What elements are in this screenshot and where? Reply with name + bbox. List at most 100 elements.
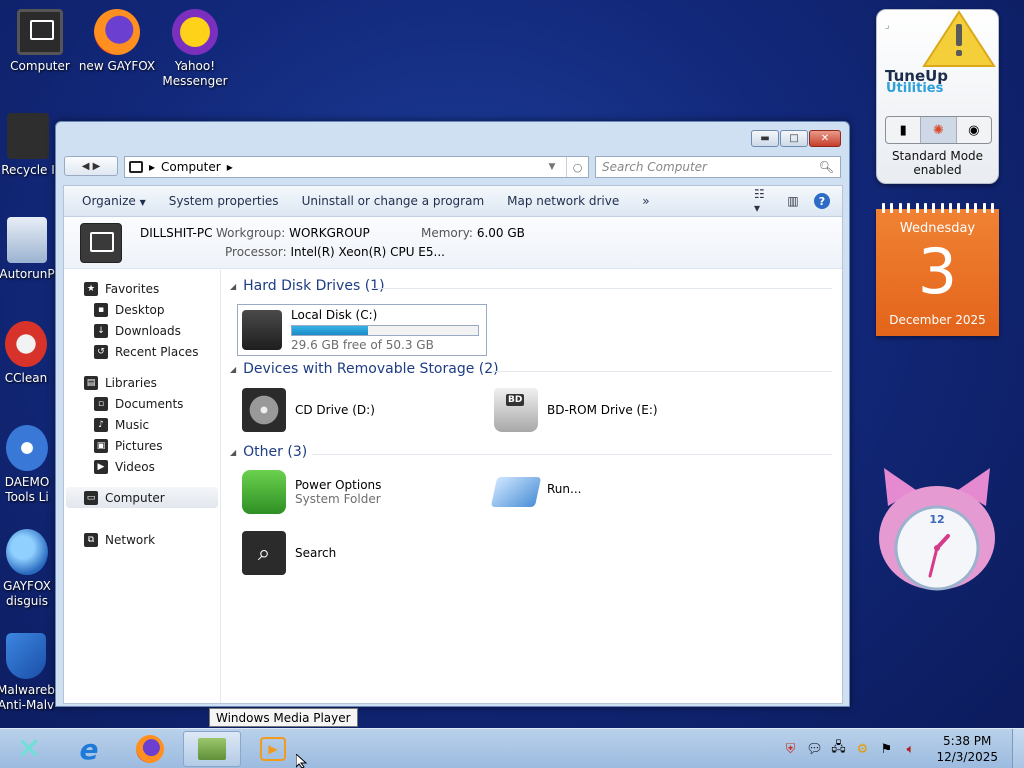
mode-selector: ▮ ✺ ◉: [885, 116, 992, 144]
refresh-icon[interactable]: ○: [566, 157, 588, 177]
search-item[interactable]: ⌕ Search: [242, 531, 336, 575]
firefox-icon: [94, 9, 140, 55]
drive-name: BD-ROM Drive (E:): [547, 403, 658, 417]
desktop-icon-new-gayfox[interactable]: new GAYFOX: [77, 9, 157, 74]
taskbar-firefox[interactable]: [121, 731, 179, 767]
nav-label: Network: [105, 532, 156, 547]
workgroup-label: Workgroup:: [216, 226, 286, 240]
group-header-other[interactable]: ◢ Other (3): [230, 444, 307, 460]
workgroup-value: WORKGROUP: [289, 226, 370, 240]
desktop-icon-recycle-bin[interactable]: Recycle I: [0, 113, 58, 178]
main-pane: ◢ Hard Disk Drives (1) Local Disk (C:) 2…: [222, 270, 842, 703]
desktop-icon-label: Yahoo! Messenger: [162, 59, 228, 88]
volume-icon[interactable]: 🔈︎: [902, 741, 918, 757]
pc-name: DILLSHIT-PC: [140, 226, 213, 240]
nav-music[interactable]: ♪ Music: [64, 414, 220, 435]
cd-drive-d[interactable]: CD Drive (D:): [242, 388, 375, 432]
processor-value: Intel(R) Xeon(R) CPU E5...: [290, 245, 445, 259]
network-icon[interactable]: 🖧︎: [830, 740, 846, 757]
messenger-icon[interactable]: 💬︎: [806, 741, 823, 757]
maximize-button[interactable]: □: [780, 130, 808, 147]
action-center-icon[interactable]: ⚑: [878, 741, 894, 757]
desktop-icon-label: Computer: [10, 59, 70, 73]
explorer-folder-icon: [198, 738, 226, 760]
nav-documents[interactable]: ▫ Documents: [64, 393, 220, 414]
windows-media-player-icon: ▶: [260, 737, 286, 761]
processor-row: Processor: Intel(R) Xeon(R) CPU E5...: [225, 245, 445, 259]
nav-desktop[interactable]: ▪ Desktop: [64, 299, 220, 320]
turbo-mode-icon[interactable]: ◉: [957, 117, 991, 143]
taskbar-ie[interactable]: e: [60, 731, 118, 767]
yahoo-messenger-icon: [172, 9, 218, 55]
more-commands-button[interactable]: »: [634, 194, 664, 208]
calendar-page: Wednesday 3 December 2025: [876, 209, 999, 336]
breadcrumb-computer[interactable]: Computer: [161, 160, 221, 174]
desktop-icon-autorun[interactable]: AutorunP: [0, 217, 58, 282]
taskbar-media-player[interactable]: ▶: [244, 731, 302, 767]
group-header-removable[interactable]: ◢ Devices with Removable Storage (2): [230, 361, 499, 377]
chevron-down-icon: ▼: [139, 198, 146, 207]
desktop-icon-malwarebytes[interactable]: Malwareb Anti-Malv: [0, 633, 58, 713]
shield-icon[interactable]: ⛨: [782, 741, 798, 757]
bd-rom-drive-e[interactable]: BD BD-ROM Drive (E:): [494, 388, 658, 432]
tuneup-gadget[interactable]: ⌟ TuneUp Utilities ▮ ✺ ◉ Standard Mode e…: [876, 9, 999, 184]
uninstall-program-button[interactable]: Uninstall or change a program: [294, 194, 500, 208]
local-disk-c[interactable]: Local Disk (C:) 29.6 GB free of 50.3 GB: [237, 304, 487, 356]
calendar-gadget[interactable]: Wednesday 3 December 2025: [876, 203, 999, 336]
nav-network[interactable]: ⧉ Network: [64, 529, 220, 550]
documents-icon: ▫: [94, 396, 108, 411]
nav-libraries[interactable]: ▤ Libraries: [64, 372, 220, 393]
desktop-icon-yahoo-messenger[interactable]: Yahoo! Messenger: [155, 9, 235, 89]
nav-favorites[interactable]: ★ Favorites: [64, 278, 220, 299]
search-input[interactable]: Search Computer 🔍︎: [595, 156, 841, 178]
nav-recent-places[interactable]: ↺ Recent Places: [64, 341, 220, 362]
run-command[interactable]: Run...: [490, 470, 581, 507]
group-header-hdd[interactable]: ◢ Hard Disk Drives (1): [230, 278, 385, 294]
breadcrumb-arrow-icon: ▸: [149, 160, 156, 174]
minimize-button[interactable]: ▬: [751, 130, 779, 147]
standard-mode-icon[interactable]: ✺: [921, 117, 957, 143]
drive-name: Local Disk (C:): [291, 308, 378, 322]
power-options[interactable]: Power Options System Folder: [242, 470, 381, 514]
address-bar[interactable]: ▸ Computer ▸ ▼ ○: [124, 156, 589, 178]
map-network-drive-button[interactable]: Map network drive: [499, 194, 634, 208]
nav-downloads[interactable]: ↓ Downloads: [64, 320, 220, 341]
desktop-icon-gayfox-disguise[interactable]: GAYFOX disguis: [0, 529, 58, 609]
computer-icon: [17, 9, 63, 55]
taskbar-explorer[interactable]: [183, 731, 241, 767]
address-dropdown-icon[interactable]: ▼: [544, 162, 560, 172]
nav-pictures[interactable]: ▣ Pictures: [64, 435, 220, 456]
recent-places-icon: ↺: [94, 344, 108, 359]
search-placeholder: Search Computer: [602, 160, 707, 174]
desktop-icon-label: new GAYFOX: [78, 59, 156, 73]
calendar-month: December 2025: [889, 313, 986, 327]
desktop-icon-daemon-tools[interactable]: DAEMO Tools Li: [0, 425, 58, 505]
show-desktop-button[interactable]: [1012, 729, 1024, 768]
nav-computer[interactable]: ▭ Computer: [66, 487, 218, 508]
organize-button[interactable]: Organize ▼: [74, 194, 161, 208]
nav-label: Recent Places: [115, 344, 199, 359]
mouse-cursor-icon: [296, 754, 308, 768]
close-button[interactable]: ✕: [809, 130, 841, 147]
desktop-icon-ccleaner[interactable]: CClean: [0, 321, 58, 386]
gadget-resize-icon[interactable]: ⌟: [885, 20, 890, 31]
taskbar-clock[interactable]: 5:38 PM 12/3/2025: [936, 733, 998, 765]
desktop-icon-computer[interactable]: Computer: [0, 9, 80, 74]
help-icon[interactable]: ?: [814, 193, 830, 209]
magnifier-icon: ⌕: [242, 531, 286, 575]
economy-mode-icon[interactable]: ▮: [886, 117, 922, 143]
view-options-icon[interactable]: ☷ ▾: [754, 187, 772, 215]
nav-videos[interactable]: ▶ Videos: [64, 456, 220, 477]
tuneup-tray-icon[interactable]: ⚙: [854, 741, 870, 757]
back-forward-button[interactable]: ◀ ▶: [64, 156, 118, 176]
drive-usage-bar: [291, 325, 479, 336]
collapse-triangle-icon: ◢: [230, 364, 237, 374]
desktop-icon-label: AutorunP: [0, 267, 55, 281]
mode-status: Standard Mode enabled: [891, 149, 984, 177]
clock-time: 5:38 PM: [943, 734, 992, 748]
cat-clock-gadget[interactable]: 12: [872, 466, 1002, 596]
item-name: Search: [295, 546, 337, 560]
system-properties-button[interactable]: System properties: [161, 194, 294, 208]
preview-pane-icon[interactable]: ▥: [784, 194, 802, 208]
start-button[interactable]: ✕: [0, 731, 58, 767]
